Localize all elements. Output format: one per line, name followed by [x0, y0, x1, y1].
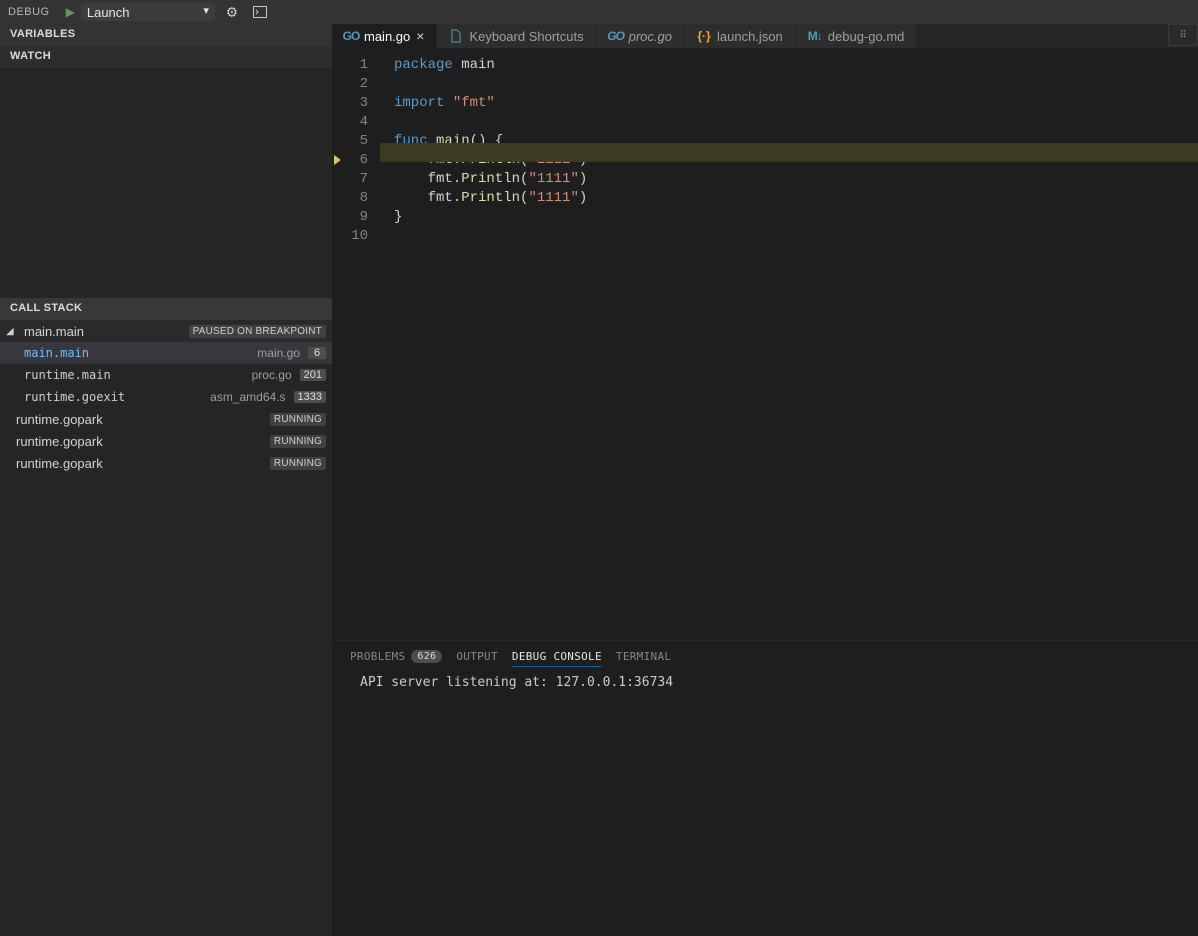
- thread-name: main.main: [22, 324, 185, 339]
- line-number: 3: [332, 94, 380, 113]
- editor-tab[interactable]: {·} launch.json: [685, 24, 796, 48]
- tab-label: Keyboard Shortcuts: [469, 29, 583, 44]
- tab-label: proc.go: [629, 29, 672, 44]
- variables-section-header[interactable]: VARIABLES: [0, 24, 332, 46]
- tab-problems[interactable]: PROBLEMS 626: [350, 646, 442, 667]
- thread-state-badge: RUNNING: [270, 457, 326, 470]
- debug-sidebar: VARIABLES WATCH CALL STACK ◢ main.main P…: [0, 24, 332, 936]
- thread-state-badge: RUNNING: [270, 435, 326, 448]
- editor-tab[interactable]: GO main.go ×: [332, 24, 437, 48]
- tab-label: debug-go.md: [828, 29, 905, 44]
- editor-tab[interactable]: M↓ debug-go.md: [796, 24, 918, 48]
- line-number: 10: [332, 227, 380, 246]
- bottom-panel: PROBLEMS 626 OUTPUT DEBUG CONSOLE TERMIN…: [332, 640, 1198, 936]
- line-number: 9: [332, 208, 380, 227]
- frame-source: asm_amd64.s: [210, 390, 285, 404]
- frame-source: proc.go: [252, 368, 292, 382]
- stack-frame-row[interactable]: main.main main.go 6: [0, 342, 332, 364]
- frame-line-badge: 201: [300, 369, 326, 381]
- thread-name: runtime.gopark: [14, 434, 270, 449]
- debug-config-select[interactable]: Launch: [81, 3, 215, 21]
- chevron-down-icon: ◢: [6, 326, 18, 337]
- problems-count-badge: 626: [411, 650, 442, 663]
- thread-name: runtime.gopark: [14, 412, 270, 427]
- debug-label: DEBUG: [8, 6, 50, 18]
- frame-line-badge: 6: [308, 347, 326, 359]
- editor-tab[interactable]: Keyboard Shortcuts: [437, 24, 596, 48]
- frame-source: main.go: [257, 346, 300, 360]
- play-icon[interactable]: ▶: [66, 5, 75, 19]
- close-icon[interactable]: ×: [416, 28, 424, 44]
- tab-label: launch.json: [717, 29, 783, 44]
- editor-tab[interactable]: GO proc.go: [597, 24, 685, 48]
- gear-icon[interactable]: ⚙: [221, 2, 243, 22]
- editor-tab-bar: GO main.go × Keyboard Shortcuts GO proc.go {·}…: [332, 24, 1198, 48]
- frame-name: runtime.main: [6, 368, 248, 382]
- line-number: 1: [332, 56, 380, 75]
- minimap-handle[interactable]: ⠿: [1168, 24, 1198, 46]
- frame-name: runtime.goexit: [6, 390, 206, 404]
- thread-state-badge: PAUSED ON BREAKPOINT: [189, 325, 326, 338]
- debug-console-output[interactable]: API server listening at: 127.0.0.1:36734: [332, 671, 1198, 694]
- callstack-thread-row[interactable]: ◢ main.main PAUSED ON BREAKPOINT: [0, 320, 332, 342]
- go-file-icon: GO: [344, 29, 358, 43]
- go-file-icon: GO: [609, 29, 623, 43]
- stack-frame-row[interactable]: runtime.goexit asm_amd64.s 1333: [0, 386, 332, 408]
- frame-line-badge: 1333: [294, 391, 326, 403]
- editor-area: GO main.go × Keyboard Shortcuts GO proc.go {·}…: [332, 24, 1198, 936]
- callstack-thread-row[interactable]: runtime.goparkRUNNING: [0, 452, 332, 474]
- console-line: API server listening at: 127.0.0.1:36734: [360, 675, 1180, 690]
- thread-state-badge: RUNNING: [270, 413, 326, 426]
- debug-toolbar: DEBUG ▶ Launch ⚙: [0, 0, 1198, 24]
- tab-terminal[interactable]: TERMINAL: [616, 646, 671, 667]
- line-number: 7: [332, 170, 380, 189]
- file-icon: [449, 29, 463, 43]
- line-number: 2: [332, 75, 380, 94]
- tab-label: main.go: [364, 29, 410, 44]
- code-editor[interactable]: 12345678910 package main import "fmt" fu…: [332, 48, 1198, 640]
- thread-name: runtime.gopark: [14, 456, 270, 471]
- markdown-file-icon: M↓: [808, 29, 822, 43]
- tab-output[interactable]: OUTPUT: [456, 646, 498, 667]
- json-file-icon: {·}: [697, 29, 711, 43]
- tab-debug-console[interactable]: DEBUG CONSOLE: [512, 646, 602, 667]
- current-line-highlight: [380, 143, 1198, 162]
- callstack-thread-row[interactable]: runtime.goparkRUNNING: [0, 430, 332, 452]
- current-execution-pointer-icon: [334, 155, 341, 165]
- callstack-section-header[interactable]: CALL STACK: [0, 298, 332, 320]
- line-number: 4: [332, 113, 380, 132]
- debug-start-group: ▶ Launch: [66, 3, 215, 21]
- panel-tab-bar: PROBLEMS 626 OUTPUT DEBUG CONSOLE TERMIN…: [332, 641, 1198, 671]
- stack-frame-row[interactable]: runtime.main proc.go 201: [0, 364, 332, 386]
- frame-name: main.main: [6, 346, 253, 360]
- line-number-gutter: 12345678910: [332, 48, 380, 640]
- watch-section-header[interactable]: WATCH: [0, 46, 332, 68]
- line-number: 5: [332, 132, 380, 151]
- callstack-thread-row[interactable]: runtime.goparkRUNNING: [0, 408, 332, 430]
- code-content[interactable]: package main import "fmt" func main() { …: [380, 48, 1198, 640]
- line-number: 8: [332, 189, 380, 208]
- debug-console-icon[interactable]: [249, 2, 271, 22]
